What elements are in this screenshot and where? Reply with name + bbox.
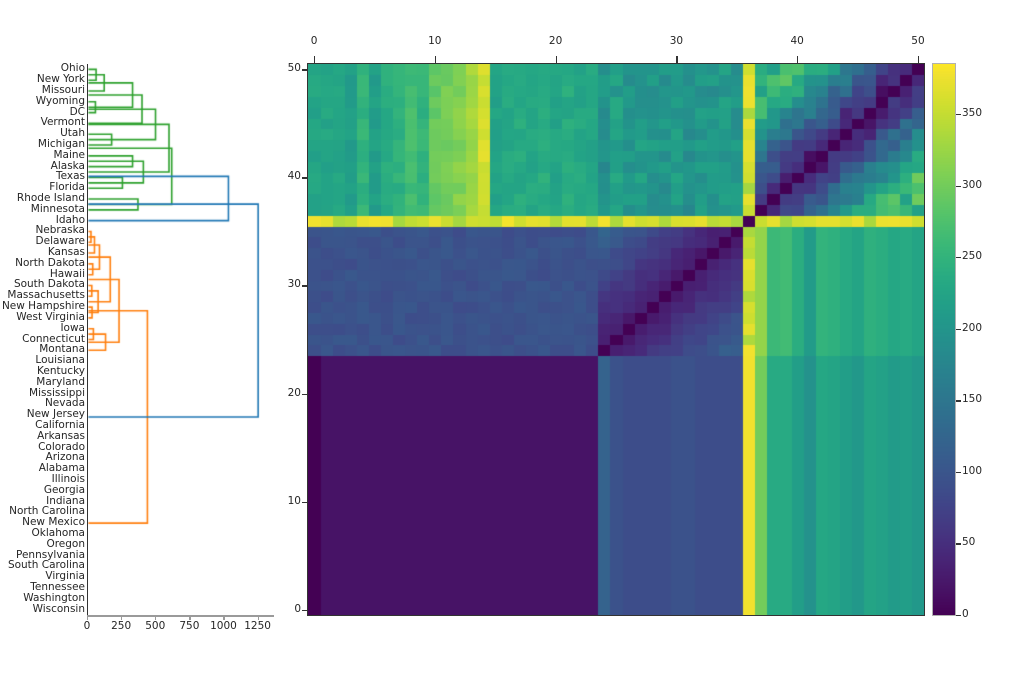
colorbar-tick-200: 200	[962, 321, 983, 334]
figure-canvas: 0 250 500 750 1000 1250 Ohio New York Missouri W…	[0, 0, 1024, 683]
colorbar-tick-150: 150	[962, 393, 983, 406]
heatmap-ytick-30: 30	[287, 278, 301, 291]
dendrogram-bottom-spine	[87, 615, 274, 617]
dendrogram-xtick-1250: 1250	[244, 620, 271, 632]
colorbar-tick-50: 50	[962, 536, 976, 549]
colorbar-tick-mark	[956, 400, 961, 402]
heatmap-plot	[308, 64, 924, 615]
heatmap-ytick-mark	[302, 501, 308, 503]
heatmap-ytick-mark	[302, 285, 308, 287]
heatmap-ytick-mark	[302, 609, 308, 611]
colorbar-tick-mark	[956, 114, 961, 116]
heatmap-xtick-mark	[797, 56, 799, 63]
heatmap-xtick-mark	[555, 56, 557, 63]
dendrogram-xtick-1000: 1000	[210, 620, 237, 632]
heatmap-xtick-mark	[434, 56, 436, 63]
dendrogram-xtick-mark	[121, 616, 123, 620]
heatmap-xtick-20: 20	[548, 35, 563, 47]
dendrogram-xtick-mark	[155, 616, 157, 620]
dendrogram-xtick-500: 500	[145, 620, 166, 632]
colorbar-tick-0: 0	[962, 608, 969, 620]
colorbar-tick-350: 350	[962, 107, 983, 120]
heatmap-xtick-mark	[676, 56, 678, 63]
dendrogram-xtick-250: 250	[111, 620, 132, 632]
colorbar-tick-mark	[956, 543, 961, 545]
dendrogram-left-spine	[87, 64, 89, 616]
colorbar-tick-mark	[956, 185, 961, 187]
colorbar-tick-mark	[956, 257, 961, 259]
colorbar-tick-100: 100	[962, 464, 983, 477]
heatmap-xtick-10: 10	[428, 35, 442, 47]
colorbar-tick-300: 300	[962, 178, 983, 191]
dendrogram-xtick-mark	[189, 616, 191, 620]
heatmap-ytick-10: 10	[287, 494, 301, 507]
colorbar-tick-mark	[956, 328, 961, 330]
heatmap-xtick-mark	[917, 56, 920, 63]
heatmap-border-top	[307, 63, 925, 65]
colorbar-border	[932, 63, 956, 616]
dendrogram-xtick-mark	[257, 616, 259, 620]
heatmap-border-right	[924, 63, 926, 616]
heatmap-xtick-40: 40	[790, 35, 804, 47]
heatmap-ytick-0: 0	[294, 602, 301, 615]
heatmap-ytick-20: 20	[287, 386, 301, 399]
heatmap-ytick-50: 50	[287, 62, 301, 75]
heatmap-border-left	[307, 63, 309, 616]
dendrogram-leaf-label: Wisconsin	[32, 602, 85, 615]
heatmap-xtick-30: 30	[669, 35, 684, 47]
heatmap-xtick-0: 0	[310, 35, 318, 47]
colorbar-tick-250: 250	[962, 250, 983, 263]
heatmap-border-bottom	[307, 615, 925, 617]
heatmap-xtick-50: 50	[911, 35, 925, 47]
colorbar-tick-mark	[956, 471, 961, 474]
dendrogram-plot	[88, 64, 273, 615]
heatmap-xtick-mark	[314, 56, 316, 63]
colorbar-tick-mark	[956, 615, 961, 617]
dendrogram-xtick-0: 0	[83, 620, 91, 632]
heatmap-canvas	[308, 64, 924, 615]
heatmap-ytick-40: 40	[287, 170, 301, 183]
heatmap-ytick-mark	[302, 69, 308, 71]
dendrogram-xtick-750: 750	[179, 620, 200, 632]
dendrogram-xtick-mark	[87, 616, 89, 620]
heatmap-ytick-mark	[302, 393, 308, 395]
heatmap-ytick-mark	[302, 177, 308, 179]
dendrogram-canvas	[88, 64, 273, 615]
dendrogram-xtick-mark	[223, 616, 225, 620]
